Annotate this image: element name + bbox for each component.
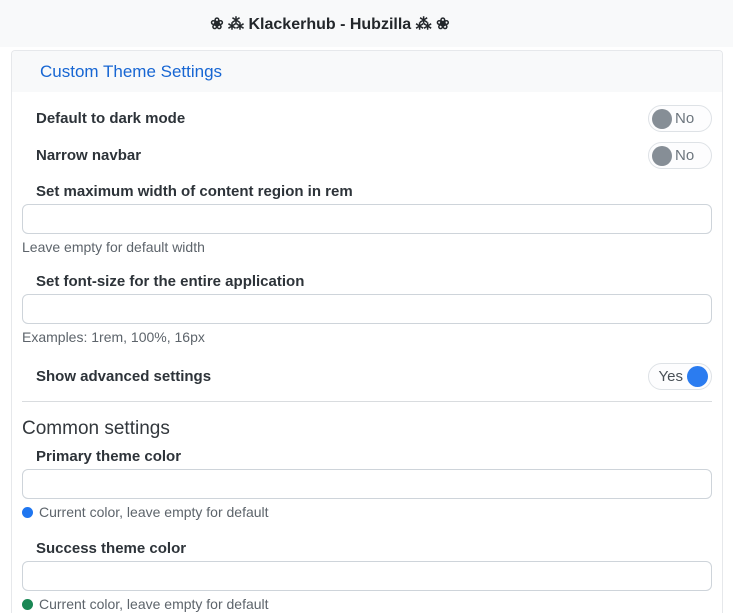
site-title: ❀ ⁂ Klackerhub - Hubzilla ⁂ ❀ xyxy=(210,14,449,34)
primary-color-dot-icon xyxy=(22,507,33,518)
primary-color-label: Primary theme color xyxy=(36,448,712,465)
setting-row-dark-mode: Default to dark mode No xyxy=(22,105,712,132)
toggle-knob-icon xyxy=(652,146,672,166)
font-size-input[interactable] xyxy=(22,294,712,324)
success-color-input[interactable] xyxy=(22,561,712,591)
panel-title-link[interactable]: Custom Theme Settings xyxy=(40,62,222,82)
toggle-knob-icon xyxy=(687,366,708,387)
common-settings-heading: Common settings xyxy=(22,418,712,440)
toggle-knob-icon xyxy=(652,109,672,129)
max-width-input[interactable] xyxy=(22,204,712,234)
custom-theme-settings-panel: Custom Theme Settings Default to dark mo… xyxy=(11,50,723,613)
panel-body: Default to dark mode No Narrow navbar No… xyxy=(12,92,722,612)
primary-color-help: Current color, leave empty for default xyxy=(22,504,712,520)
section-divider xyxy=(22,401,712,402)
font-size-help: Examples: 1rem, 100%, 16px xyxy=(22,329,712,345)
dark-mode-toggle[interactable]: No xyxy=(648,105,712,132)
setting-group-font-size: Set font-size for the entire application… xyxy=(22,273,712,345)
narrow-navbar-toggle[interactable]: No xyxy=(648,142,712,169)
narrow-navbar-label: Narrow navbar xyxy=(36,147,141,164)
advanced-settings-label: Show advanced settings xyxy=(36,368,211,385)
max-width-help: Leave empty for default width xyxy=(22,239,712,255)
success-color-help: Current color, leave empty for default xyxy=(22,596,712,612)
toggle-state-label: No xyxy=(675,110,694,127)
toggle-state-label: No xyxy=(675,147,694,164)
top-navbar: ❀ ⁂ Klackerhub - Hubzilla ⁂ ❀ xyxy=(0,0,733,47)
dark-mode-label: Default to dark mode xyxy=(36,110,185,127)
setting-group-max-width: Set maximum width of content region in r… xyxy=(22,183,712,255)
setting-row-narrow-navbar: Narrow navbar No xyxy=(22,142,712,169)
success-color-label: Success theme color xyxy=(36,540,712,557)
setting-group-success-color: Success theme color Current color, leave… xyxy=(22,540,712,612)
success-color-help-text: Current color, leave empty for default xyxy=(39,596,269,612)
toggle-state-label: Yes xyxy=(659,368,683,385)
max-width-label: Set maximum width of content region in r… xyxy=(36,183,712,200)
primary-color-help-text: Current color, leave empty for default xyxy=(39,504,269,520)
panel-header: Custom Theme Settings xyxy=(12,51,722,92)
setting-group-primary-color: Primary theme color Current color, leave… xyxy=(22,448,712,520)
primary-color-input[interactable] xyxy=(22,469,712,499)
success-color-dot-icon xyxy=(22,599,33,610)
font-size-label: Set font-size for the entire application xyxy=(36,273,712,290)
setting-row-advanced: Show advanced settings Yes xyxy=(22,363,712,390)
advanced-settings-toggle[interactable]: Yes xyxy=(648,363,712,390)
